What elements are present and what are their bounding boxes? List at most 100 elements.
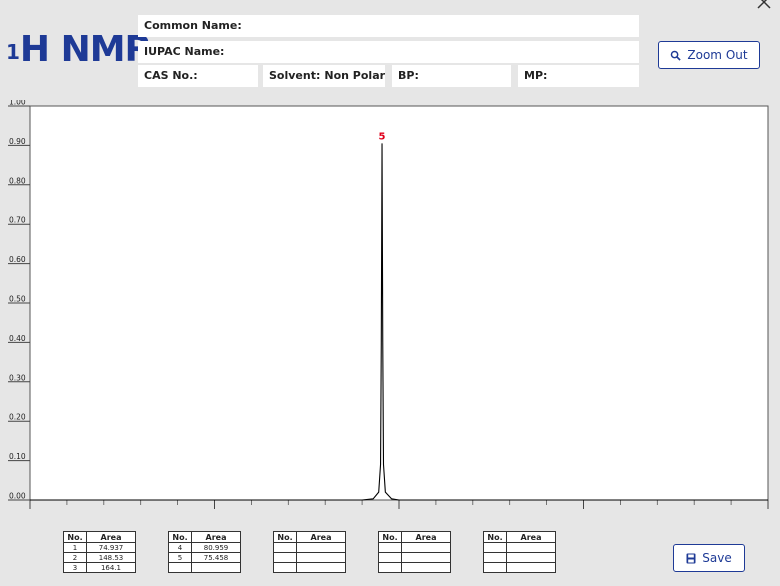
floppy-disk-icon	[686, 553, 696, 563]
cell-no: 4	[168, 542, 192, 553]
common-name-label: Common Name:	[144, 19, 242, 32]
table-row: 2 148.53	[63, 552, 136, 563]
peak-table: No. Area 4 80.959 5 75.458	[168, 531, 241, 573]
cell-area: 74.937	[86, 542, 136, 553]
cell-area	[296, 542, 346, 553]
cell-no: 3	[63, 562, 87, 573]
cell-no	[273, 542, 297, 553]
peak-table: No. Area	[378, 531, 451, 573]
table-row	[483, 562, 556, 573]
y-tick-label: 0.60	[9, 255, 26, 264]
y-tick-label: 0.00	[9, 492, 26, 501]
solvent-label: Solvent:	[269, 69, 321, 82]
title-superscript: 1	[6, 40, 20, 64]
peak-table-header: No. Area	[273, 531, 346, 543]
mp-field: MP:	[518, 65, 639, 87]
cell-area	[296, 562, 346, 573]
cell-no	[483, 542, 507, 553]
cell-area	[401, 552, 451, 563]
cell-no	[378, 562, 402, 573]
cell-area	[401, 542, 451, 553]
y-tick-label: 0.50	[9, 295, 26, 304]
peak-table-header: No. Area	[378, 531, 451, 543]
bp-field: BP:	[392, 65, 511, 87]
cell-area: 148.53	[86, 552, 136, 563]
peak-table: No. Area	[483, 531, 556, 573]
cell-no: 1	[63, 542, 87, 553]
peak-table: No. Area 1 74.937 2 148.53 3 164.1	[63, 531, 136, 573]
iupac-name-field: IUPAC Name:	[138, 41, 639, 63]
cell-area: 164.1	[86, 562, 136, 573]
bp-label: BP:	[398, 69, 419, 82]
solvent-value: Non Polar	[324, 69, 385, 82]
col-header-no: No.	[483, 531, 507, 543]
col-header-area: Area	[506, 531, 556, 543]
cell-no	[168, 562, 192, 573]
table-row	[273, 542, 346, 553]
cell-no: 2	[63, 552, 87, 563]
table-row: 1 74.937	[63, 542, 136, 553]
peak-table: No. Area	[273, 531, 346, 573]
col-header-area: Area	[86, 531, 136, 543]
peak-label[interactable]: 5	[379, 131, 386, 142]
save-button[interactable]: Save	[673, 544, 745, 572]
table-row	[168, 562, 241, 573]
table-row: 4 80.959	[168, 542, 241, 553]
table-row: 3 164.1	[63, 562, 136, 573]
magnifier-icon	[671, 50, 682, 61]
common-name-field: Common Name:	[138, 15, 639, 37]
y-tick-label: 0.90	[9, 137, 26, 146]
col-header-no: No.	[273, 531, 297, 543]
cell-no	[273, 562, 297, 573]
nmr-spectrum-chart[interactable]: 0.00 0.10 0.20 0.30 0.40 0.50 0.60 0.70 0.80 0.90…	[0, 100, 780, 514]
peak-table-header: No. Area	[63, 531, 136, 543]
table-row	[483, 552, 556, 563]
cell-no	[483, 552, 507, 563]
cell-area: 75.458	[191, 552, 241, 563]
peak-table-header: No. Area	[168, 531, 241, 543]
col-header-area: Area	[401, 531, 451, 543]
col-header-area: Area	[191, 531, 241, 543]
title-text: H NMR	[19, 29, 152, 70]
cell-no	[378, 552, 402, 563]
y-tick-label: 0.70	[9, 216, 26, 225]
cell-no	[273, 552, 297, 563]
y-tick-label: 0.80	[9, 176, 26, 185]
iupac-name-label: IUPAC Name:	[144, 45, 225, 58]
cell-no	[483, 562, 507, 573]
y-tick-label: 1.00	[9, 100, 26, 107]
cell-no	[378, 542, 402, 553]
table-row	[483, 542, 556, 553]
cas-label: CAS No.:	[144, 69, 198, 82]
zoom-out-label: Zoom Out	[687, 48, 748, 62]
mp-label: MP:	[524, 69, 548, 82]
cell-area	[296, 552, 346, 563]
col-header-no: No.	[63, 531, 87, 543]
plot-area	[29, 105, 769, 501]
y-tick-label: 0.40	[9, 334, 26, 343]
cell-area	[506, 562, 556, 573]
cell-area	[401, 562, 451, 573]
table-row	[378, 562, 451, 573]
y-tick-label: 0.20	[9, 413, 26, 422]
peak-table-header: No. Area	[483, 531, 556, 543]
table-row	[273, 562, 346, 573]
table-row	[378, 542, 451, 553]
solvent-field: Solvent: Non Polar	[263, 65, 385, 87]
cell-no: 5	[168, 552, 192, 563]
cas-field: CAS No.:	[138, 65, 258, 87]
table-row	[378, 552, 451, 563]
col-header-no: No.	[378, 531, 402, 543]
cell-area	[191, 562, 241, 573]
cell-area: 80.959	[191, 542, 241, 553]
col-header-area: Area	[296, 531, 346, 543]
cell-area	[506, 552, 556, 563]
y-tick-label: 0.10	[9, 452, 26, 461]
page-title: 1H NMR	[6, 28, 152, 72]
cell-area	[506, 542, 556, 553]
close-icon[interactable]	[756, 0, 772, 10]
zoom-out-button[interactable]: Zoom Out	[658, 41, 760, 69]
y-tick-label: 0.30	[9, 373, 26, 382]
table-row	[273, 552, 346, 563]
table-row: 5 75.458	[168, 552, 241, 563]
